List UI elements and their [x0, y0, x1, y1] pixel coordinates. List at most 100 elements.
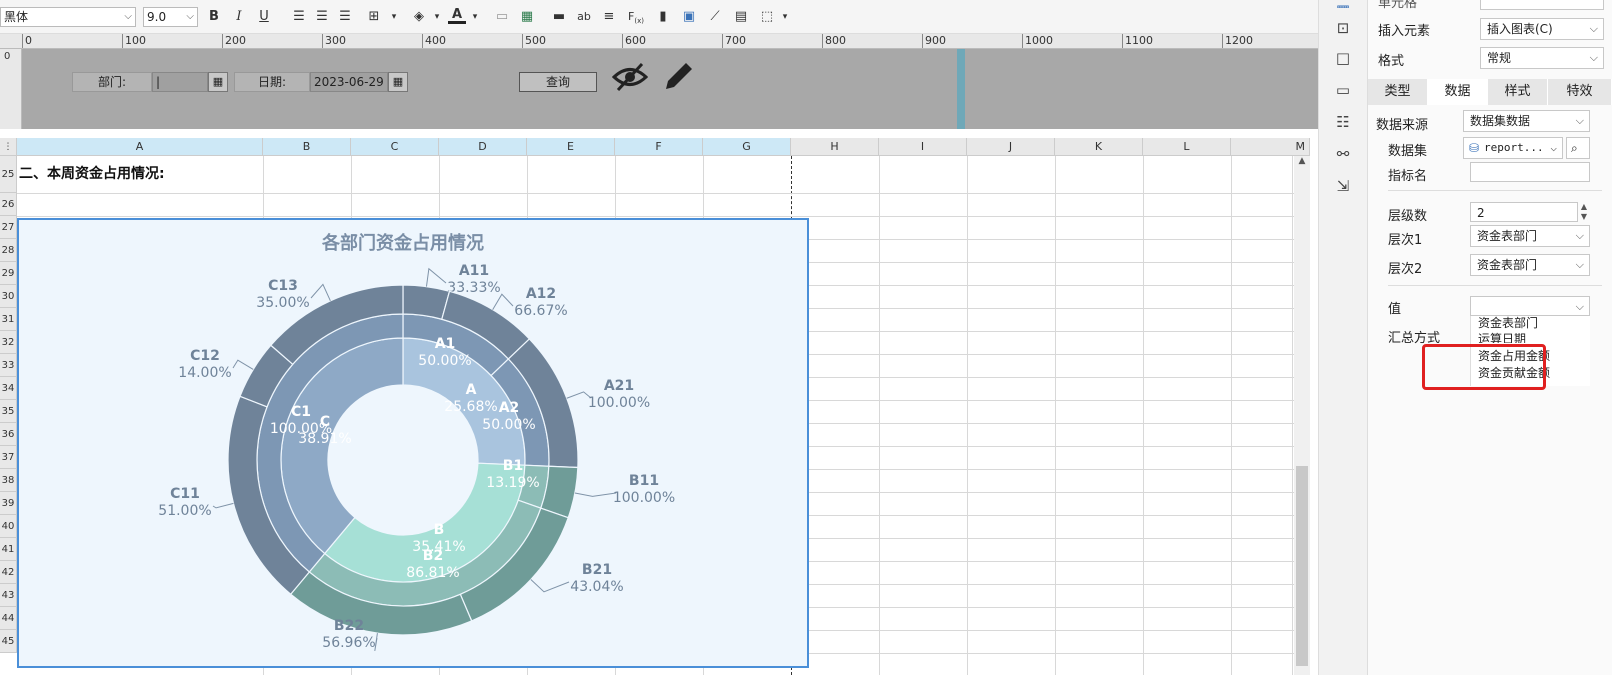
format-select[interactable]: 常规 ⌵ — [1480, 47, 1604, 69]
row-header[interactable]: 25 — [0, 156, 17, 193]
pencil-icon[interactable] — [662, 59, 696, 93]
bar-chart-icon[interactable]: ▮ — [654, 8, 672, 26]
row-header[interactable]: 31 — [0, 308, 17, 331]
sunburst-chart[interactable]: 各部门资金占用情况 A 25.68% B 35.41% C 38.91% A1 50.00% A… — [17, 218, 809, 668]
row-header[interactable]: 38 — [0, 469, 17, 492]
bold-icon[interactable]: B — [205, 8, 223, 26]
tab-data[interactable]: 数据 — [1428, 79, 1488, 105]
align-right-icon[interactable]: ☰ — [336, 8, 354, 26]
vertical-scrollbar[interactable]: ▲ — [1294, 156, 1310, 675]
level1-select[interactable]: 资金表部门 ⌵ — [1470, 225, 1590, 247]
row-header[interactable]: 26 — [0, 193, 17, 216]
sub-report-icon[interactable]: ▤ — [732, 8, 750, 26]
dataset-select[interactable]: ⛁ report... ⌵ — [1463, 137, 1563, 159]
font-name-select[interactable]: 黑体 ⌵ — [0, 7, 136, 27]
column-header[interactable]: A — [17, 138, 263, 156]
query-button[interactable]: 查询 — [519, 72, 597, 92]
option-dept[interactable]: 资金表部门 — [1478, 315, 1538, 332]
chevron-down-icon[interactable]: ▾ — [776, 8, 794, 26]
layers-icon[interactable]: ☷ — [1333, 112, 1353, 132]
scroll-up-icon[interactable]: ▲ — [1294, 156, 1310, 172]
column-header[interactable]: C — [351, 138, 439, 156]
row-header[interactable]: 27 — [0, 216, 17, 239]
spreadsheet-grid[interactable]: ⋮ A B C D E F G H I J K L M 25 26 27 28 … — [0, 138, 1310, 675]
date-input[interactable]: 2023-06-29 — [310, 72, 388, 92]
slice-a11[interactable] — [402, 284, 451, 320]
row-header[interactable]: 39 — [0, 492, 17, 515]
paragraph-icon[interactable]: ≡ — [600, 8, 618, 26]
underline-icon[interactable]: U — [255, 8, 273, 26]
table-icon[interactable]: ▦ — [518, 8, 536, 26]
formula-icon[interactable]: F(x) — [624, 8, 648, 26]
option-date[interactable]: 运算日期 — [1478, 331, 1526, 343]
tab-style[interactable]: 样式 — [1488, 79, 1548, 105]
column-header[interactable]: B — [263, 138, 351, 156]
row-header[interactable]: 32 — [0, 331, 17, 354]
italic-icon[interactable]: I — [230, 8, 248, 26]
font-size-select[interactable]: 9.0 ⌵ — [143, 7, 198, 27]
scrollbar-thumb[interactable] — [1296, 466, 1308, 666]
row-header[interactable]: 45 — [0, 630, 17, 653]
calendar-icon[interactable]: ▦ — [208, 72, 228, 92]
row-header[interactable]: 41 — [0, 538, 17, 561]
cell-a25[interactable]: 二、本周资金占用情况: — [19, 156, 259, 193]
cell-attributes-icon[interactable]: ▦ — [1333, 0, 1353, 8]
column-header[interactable]: F — [615, 138, 703, 156]
calendar-icon[interactable]: ▦ — [388, 72, 408, 92]
column-header[interactable]: G — [703, 138, 791, 156]
column-header[interactable]: I — [879, 138, 967, 156]
widget-icon[interactable]: ▭ — [1333, 80, 1353, 100]
row-header[interactable]: 29 — [0, 262, 17, 285]
level2-select[interactable]: 资金表部门 ⌵ — [1470, 254, 1590, 276]
slash-icon[interactable]: ⟋ — [706, 8, 724, 26]
tab-effects[interactable]: 特效 — [1548, 79, 1612, 105]
select-all-corner[interactable]: ⋮ — [0, 138, 17, 156]
link-icon[interactable]: ⚯ — [1333, 144, 1353, 164]
source-select[interactable]: 数据集数据 ⌵ — [1463, 110, 1590, 132]
row-header[interactable]: 42 — [0, 561, 17, 584]
text-field-icon[interactable]: ▬ — [550, 8, 568, 26]
align-center-icon[interactable]: ☰ — [313, 8, 331, 26]
tab-type[interactable]: 类型 — [1368, 79, 1428, 105]
column-header[interactable]: H — [791, 138, 879, 156]
row-header[interactable]: 37 — [0, 446, 17, 469]
row-header[interactable]: 30 — [0, 285, 17, 308]
insert-select[interactable]: 插入图表(C) ⌵ — [1480, 18, 1604, 40]
frame-icon[interactable]: ⬚ — [758, 8, 776, 26]
font-color-icon[interactable]: A — [448, 8, 466, 24]
metric-input[interactable] — [1470, 162, 1590, 182]
row-header[interactable]: 36 — [0, 423, 17, 446]
levels-stepper[interactable]: ▲ ▼ — [1578, 202, 1590, 222]
cell-field[interactable] — [1480, 0, 1604, 10]
column-header[interactable]: K — [1055, 138, 1143, 156]
row-header[interactable]: 40 — [0, 515, 17, 538]
float-element-icon[interactable]: □ — [1333, 48, 1353, 68]
value-select[interactable]: ⌵ — [1470, 296, 1590, 316]
fill-color-icon[interactable]: ◈ — [410, 8, 428, 26]
column-header[interactable]: E — [527, 138, 615, 156]
align-left-icon[interactable]: ☰ — [290, 8, 308, 26]
column-header[interactable]: L — [1143, 138, 1231, 156]
import-icon[interactable]: ⇲ — [1333, 176, 1353, 196]
border-icon[interactable]: ⊞ — [365, 8, 383, 26]
row-header[interactable]: 34 — [0, 377, 17, 400]
row-header[interactable]: 28 — [0, 239, 17, 262]
chevron-down-icon[interactable]: ▾ — [428, 8, 446, 26]
dept-input[interactable]: | — [152, 72, 208, 92]
row-header[interactable]: 43 — [0, 584, 17, 607]
merge-cells-icon[interactable]: ▭ — [493, 8, 511, 26]
levels-input[interactable]: 2 — [1470, 202, 1578, 222]
row-header[interactable]: 35 — [0, 400, 17, 423]
cell-element-icon[interactable]: ⊡ — [1333, 18, 1353, 38]
hide-icon[interactable] — [612, 60, 648, 94]
chevron-down-icon[interactable]: ▾ — [385, 8, 403, 26]
chevron-down-icon[interactable]: ▾ — [466, 8, 484, 26]
search-icon[interactable]: ⌕ — [1566, 137, 1590, 159]
row-header[interactable]: 33 — [0, 354, 17, 377]
column-header[interactable]: J — [967, 138, 1055, 156]
column-header[interactable]: D — [439, 138, 527, 156]
image-icon[interactable]: ▣ — [680, 8, 698, 26]
row-header[interactable]: 44 — [0, 607, 17, 630]
column-header[interactable]: M — [1231, 138, 1310, 156]
text-icon[interactable]: ab — [575, 8, 593, 26]
